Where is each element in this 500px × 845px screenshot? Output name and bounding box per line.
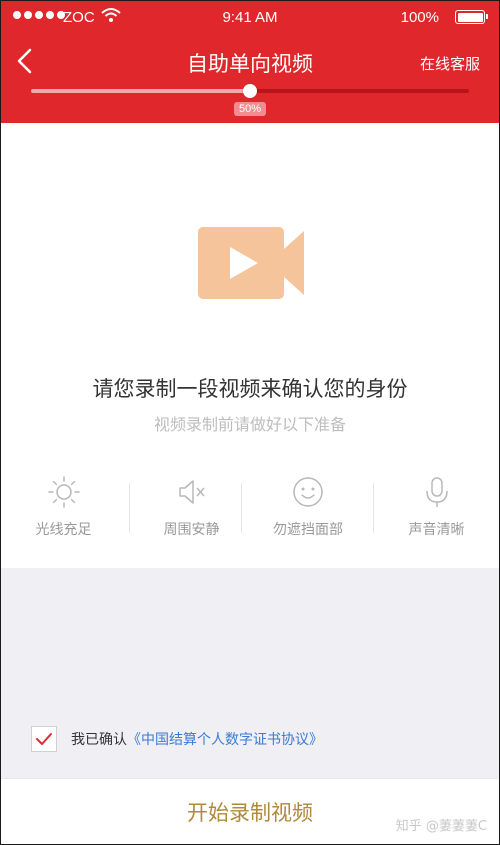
progress-fill <box>31 89 250 93</box>
record-prompt: 请您录制一段视频来确认您的身份 <box>92 377 408 401</box>
progress-label: 50% <box>233 102 267 116</box>
tip-face: 勿遮挡面部 <box>244 453 372 568</box>
sun-icon <box>47 476 80 508</box>
tip-label: 周围安静 <box>163 522 220 538</box>
check-icon <box>36 733 52 745</box>
tip-sound: 声音清晰 <box>374 453 499 568</box>
agreement-row: 我已确认 《中国结算个人数字证书协议》 <box>31 726 323 752</box>
tip-label: 声音清晰 <box>408 522 465 538</box>
progress-bar <box>31 84 469 98</box>
watermark: 知乎 @萋萋萋C <box>395 819 487 834</box>
tip-lighting: 光线充足 <box>1 453 126 568</box>
face-icon <box>293 477 323 507</box>
status-bar: ZOC 9:41 AM 100% <box>1 1 499 35</box>
tip-quiet: 周围安静 <box>129 453 254 568</box>
video-camera-icon <box>198 227 306 303</box>
agreement-checkbox[interactable] <box>31 726 57 752</box>
progress-knob <box>243 84 257 98</box>
app-screen: ZOC 9:41 AM 100% 自助单向视频 在线客服 50% 请您录制一段视… <box>0 0 500 845</box>
record-sub-prompt: 视频录制前请做好以下准备 <box>153 415 346 434</box>
header: ZOC 9:41 AM 100% 自助单向视频 在线客服 50% <box>1 1 499 123</box>
divider <box>241 483 242 533</box>
online-service-button[interactable]: 在线客服 <box>420 53 480 74</box>
preparation-tips: 光线充足 周围安静 勿遮挡面部 声音清晰 <box>1 453 499 568</box>
agreement-prefix: 我已确认 <box>71 732 127 748</box>
agreement-link[interactable]: 《中国结算个人数字证书协议》 <box>127 729 323 749</box>
battery-percent: 100% <box>400 9 439 26</box>
battery-icon <box>455 10 488 24</box>
main-content: 请您录制一段视频来确认您的身份 视频录制前请做好以下准备 <box>1 123 499 453</box>
microphone-icon <box>425 477 448 507</box>
tip-label: 光线充足 <box>35 522 92 538</box>
bottom-bar: 开始录制视频 知乎 @萋萋萋C <box>1 778 499 844</box>
mute-icon <box>178 480 205 504</box>
tip-label: 勿遮挡面部 <box>273 522 343 538</box>
